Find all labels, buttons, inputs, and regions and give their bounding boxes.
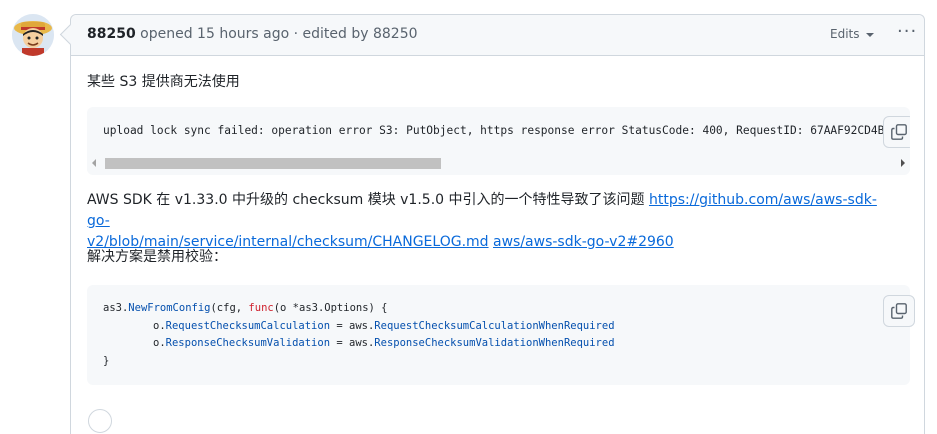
copy-icon xyxy=(891,303,907,319)
copy-icon xyxy=(891,124,907,140)
scroll-left-icon[interactable] xyxy=(92,159,96,167)
copy-button[interactable] xyxy=(883,116,910,148)
comment-meta: 88250 opened 15 hours ago · edited by 88… xyxy=(87,26,418,42)
edits-dropdown[interactable]: Edits xyxy=(830,27,874,41)
kebab-icon[interactable]: ··· xyxy=(897,21,917,42)
issue-comment: 88250 opened 15 hours ago · edited by 88… xyxy=(70,14,925,434)
code-block-error: upload lock sync failed: operation error… xyxy=(87,107,910,175)
code-block-error-text: upload lock sync failed: operation error… xyxy=(103,124,910,137)
scroll-right-icon[interactable] xyxy=(901,159,905,167)
meta-separator: · xyxy=(293,26,299,42)
paragraph-3: 解决方案是禁用校验： xyxy=(87,249,227,265)
code-block-solution-text: as3.NewFromConfig(cfg, func(o *as3.Optio… xyxy=(103,302,615,367)
opened-text: opened 15 hours ago xyxy=(140,26,290,42)
paragraph-2: AWS SDK 在 v1.33.0 中升级的 checksum 模块 v1.5.… xyxy=(87,190,887,253)
code-block-solution: as3.NewFromConfig(cfg, func(o *as3.Optio… xyxy=(87,285,915,385)
copy-button[interactable] xyxy=(883,295,915,327)
author-link[interactable]: 88250 xyxy=(87,26,136,42)
paragraph-1: 某些 S3 提供商无法使用 xyxy=(87,74,240,90)
comment-header: 88250 opened 15 hours ago · edited by 88… xyxy=(71,15,924,56)
horizontal-scrollbar[interactable] xyxy=(87,155,910,171)
paragraph-2-text: AWS SDK 在 v1.33.0 中升级的 checksum 模块 v1.5.… xyxy=(87,192,649,208)
edits-label: Edits xyxy=(830,27,860,41)
scrollbar-thumb[interactable] xyxy=(105,158,441,169)
avatar[interactable] xyxy=(12,14,54,56)
edited-by-text[interactable]: edited by 88250 xyxy=(303,26,418,42)
caret-down-icon xyxy=(865,32,874,37)
reaction-icon[interactable] xyxy=(88,409,112,433)
